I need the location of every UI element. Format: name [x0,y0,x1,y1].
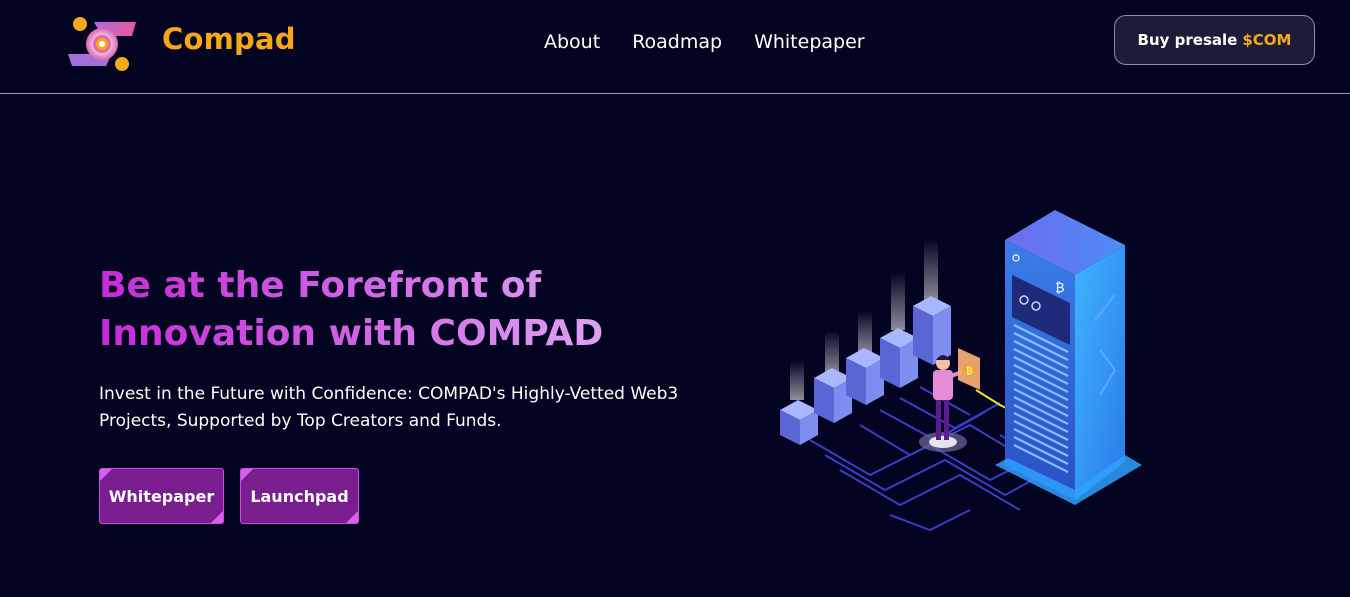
brand-name[interactable]: Compad [162,22,296,56]
compad-logo-icon[interactable] [66,16,138,72]
block-stacks [780,238,951,445]
main-nav: About Roadmap Whitepaper [544,31,865,53]
bitcoin-panel-icon: ₿ [958,348,1011,411]
buy-presale-label: Buy presale [1137,31,1238,49]
nav-link-about[interactable]: About [544,31,600,53]
hero-title: Be at the Forefront of Innovation with C… [99,262,659,358]
page: Compad About Roadmap Whitepaper Buy pres… [0,0,1350,597]
crypto-server-illustration: ₿ ₿ [780,210,1142,532]
whitepaper-button-label: Whitepaper [108,486,215,506]
launchpad-button[interactable]: Launchpad [240,468,359,524]
svg-text:₿: ₿ [1055,281,1065,296]
nav-link-roadmap[interactable]: Roadmap [632,31,722,53]
hero-subtitle: Invest in the Future with Confidence: CO… [99,384,679,431]
server-tower-icon: ₿ [995,210,1142,505]
buy-presale-button[interactable]: Buy presale $COM [1114,15,1315,65]
site-header: Compad About Roadmap Whitepaper Buy pres… [0,0,1350,94]
whitepaper-button[interactable]: Whitepaper [99,468,224,524]
svg-text:₿: ₿ [966,366,973,377]
launchpad-button-label: Launchpad [250,486,349,506]
buy-presale-token: $COM [1242,31,1292,49]
nav-link-whitepaper[interactable]: Whitepaper [754,31,865,53]
